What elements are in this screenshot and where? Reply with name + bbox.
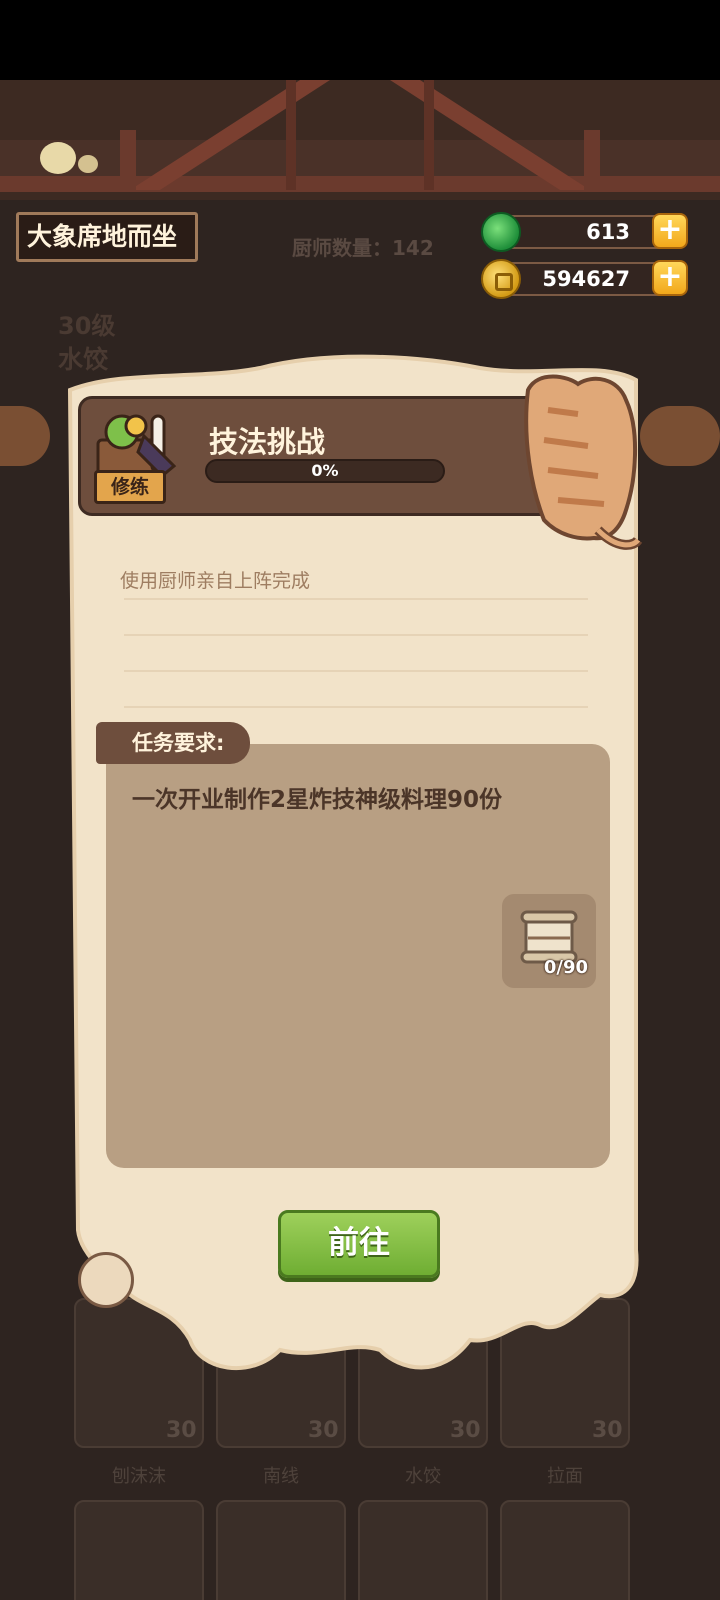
bg-chef-level: 30级 (58, 312, 116, 340)
reward-item[interactable]: 0/90 (502, 894, 596, 988)
jade-balance: 613 (498, 215, 678, 249)
bg-chef-card (216, 1500, 346, 1600)
bg-card-name: 水饺 (405, 1466, 441, 1487)
challenge-description: 使用厨师亲自上阵完成 (120, 570, 311, 592)
bg-card-name: 刨沫沫 (112, 1466, 166, 1487)
add-jade-button[interactable]: + (652, 213, 688, 249)
go-button[interactable]: 前往 (278, 1210, 440, 1278)
player-name[interactable]: 大象席地而坐 (16, 212, 198, 262)
coin-icon (481, 259, 521, 299)
bg-card-name: 南线 (263, 1466, 299, 1487)
divider (124, 670, 588, 672)
bg-card-level: 30 (592, 1418, 623, 1443)
bg-card-level: 30 (450, 1418, 481, 1443)
bg-chef-card (74, 1500, 204, 1600)
challenge-title: 技法挑战 (209, 425, 326, 459)
scroll-icon (520, 910, 578, 964)
divider (124, 706, 588, 708)
coin-balance: 594627 (498, 262, 678, 296)
bg-card-name: 拉面 (547, 1466, 583, 1487)
divider (124, 598, 588, 600)
progress-text: 0% (311, 461, 339, 480)
chef-count: 厨师数量：142 (292, 236, 434, 260)
bg-card-level: 30 (166, 1418, 197, 1443)
cat-icon (524, 374, 643, 550)
bg-card-level: 30 (308, 1418, 339, 1443)
scroll-knob (78, 1252, 134, 1308)
requirement-text: 一次开业制作2星炸技神级料理90份 (132, 787, 503, 813)
reward-count: 0/90 (543, 957, 588, 978)
train-badge: 修练 (94, 470, 166, 504)
jade-icon (481, 212, 521, 252)
roof-beams (0, 80, 720, 200)
challenge-progress-bar: 0% (205, 459, 445, 483)
requirement-label: 任务要求: (96, 722, 250, 764)
bg-chef-card (500, 1500, 630, 1600)
add-coin-button[interactable]: + (652, 260, 688, 296)
bg-chef-card (358, 1500, 488, 1600)
divider (124, 634, 588, 636)
